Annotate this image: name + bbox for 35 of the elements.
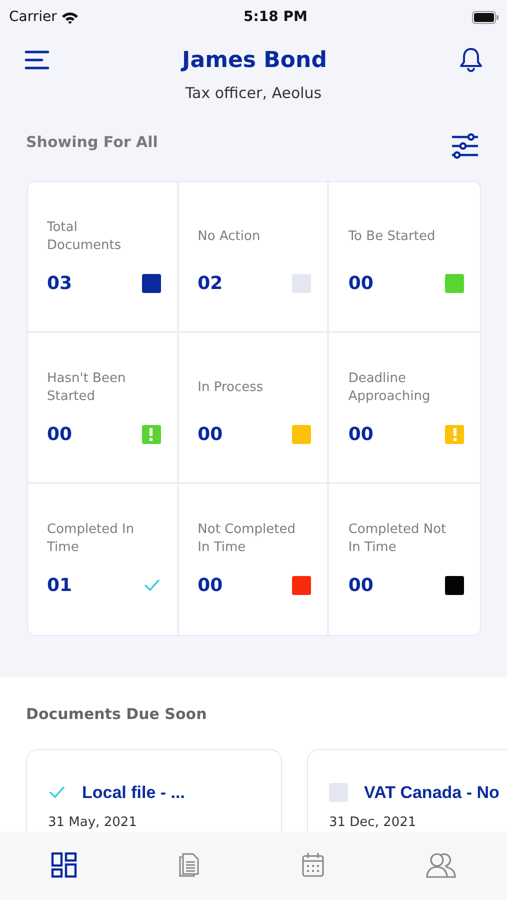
stat-count: 02 bbox=[198, 272, 223, 296]
user-name: James Bond bbox=[182, 46, 327, 74]
document-title: Local file - ... bbox=[82, 782, 185, 804]
filter-label: Showing For All bbox=[26, 132, 158, 152]
stat-count: 00 bbox=[198, 422, 223, 446]
wifi-icon bbox=[60, 10, 79, 24]
stat-count: 00 bbox=[348, 272, 374, 296]
stat-label: Completed In Time bbox=[47, 520, 136, 556]
section-title: Documents Due Soon bbox=[25, 704, 208, 725]
document-date: 31 Dec, 2021 bbox=[329, 814, 418, 832]
document-date: 31 May, 2021 bbox=[48, 814, 138, 832]
filter-button[interactable] bbox=[449, 130, 481, 160]
dashboard-tab[interactable] bbox=[48, 850, 79, 880]
stat-label: In Process bbox=[198, 378, 264, 396]
stat-label: To Be Started bbox=[348, 228, 436, 246]
stat-count: 00 bbox=[348, 574, 374, 598]
status-time: 5:18 PM bbox=[244, 8, 308, 26]
user-role: Tax officer, Aeolus bbox=[184, 83, 323, 104]
stat-label: Total Documents bbox=[47, 218, 122, 254]
people-tab[interactable] bbox=[424, 850, 458, 880]
battery-icon bbox=[472, 10, 499, 24]
notification-button[interactable] bbox=[457, 45, 485, 75]
document-title: VAT Canada - No bbox=[364, 782, 500, 804]
stat-label: Not Completed In Time bbox=[198, 520, 296, 556]
stat-label: Hasn't Been Started bbox=[47, 370, 127, 406]
menu-button[interactable] bbox=[22, 48, 52, 72]
carrier-name: Carrier bbox=[9, 8, 57, 26]
stat-count: 01 bbox=[47, 574, 72, 598]
stat-count: 03 bbox=[47, 272, 72, 296]
stat-count: 00 bbox=[198, 574, 223, 598]
stat-count: 00 bbox=[47, 422, 72, 446]
stat-label: Completed Not In Time bbox=[348, 520, 448, 556]
stat-count: 00 bbox=[348, 422, 374, 446]
stat-label: Deadline Approaching bbox=[348, 370, 432, 406]
stat-label: No Action bbox=[198, 228, 262, 246]
